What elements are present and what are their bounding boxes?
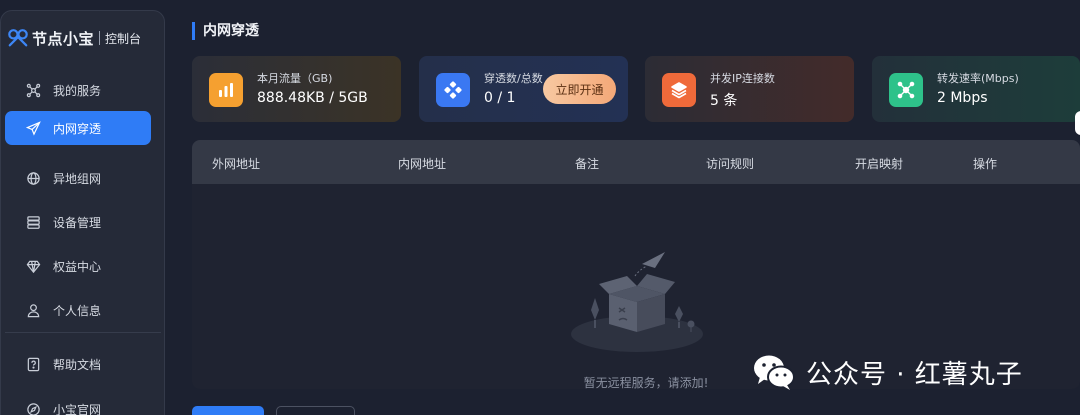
wechat-icon <box>754 355 795 390</box>
stat-label: 本月流量（GB) <box>257 72 333 85</box>
sidebar-item-device-management[interactable]: 设备管理 <box>5 205 151 239</box>
column-header-external-address: 外网地址 <box>212 157 261 171</box>
sidebar-item-label: 异地组网 <box>53 171 102 186</box>
page-title: 内网穿透 <box>192 22 259 40</box>
layers-icon <box>662 73 696 107</box>
network-hub-icon <box>889 73 923 107</box>
stat-card-tunnel-count: 穿透数/总数 0 / 1 立即开通 <box>419 56 628 122</box>
brand-logo-icon <box>8 29 28 47</box>
watermark: 公众号 · 红薯丸子 <box>752 352 1023 392</box>
column-header-internal-address: 内网地址 <box>398 157 447 171</box>
column-header-remark: 备注 <box>575 157 600 171</box>
sidebar-item-label: 帮助文档 <box>53 357 102 372</box>
sidebar-item-label: 设备管理 <box>53 215 102 230</box>
diamond-icon <box>26 260 41 273</box>
empty-box-illustration <box>571 252 703 352</box>
stat-card-concurrent-ip: 并发IP连接数 5 条 <box>645 56 854 122</box>
sidebar-item-label: 个人信息 <box>53 303 102 318</box>
sidebar-item-nat-traversal[interactable]: 内网穿透 <box>5 111 151 145</box>
send-icon <box>26 120 41 136</box>
bar-chart-icon <box>209 73 243 107</box>
stat-value: 0 / 1 <box>484 90 516 106</box>
stat-card-monthly-traffic: 本月流量（GB) 888.48KB / 5GB <box>192 56 401 122</box>
add-service-button[interactable] <box>192 406 264 415</box>
network-nodes-icon <box>26 83 41 97</box>
stat-label: 穿透数/总数 <box>484 72 543 85</box>
stat-value: 2 Mbps <box>937 90 988 106</box>
sidebar-item-benefits-center[interactable]: 权益中心 <box>5 249 151 283</box>
sidebar-divider <box>5 332 161 333</box>
sidebar-item-label: 小宝官网 <box>53 402 102 415</box>
sidebar-item-remote-network[interactable]: 异地组网 <box>5 161 151 195</box>
compass-icon <box>27 402 40 415</box>
help-doc-icon <box>27 357 40 371</box>
watermark-text: 公众号 · 红薯丸子 <box>806 359 1023 390</box>
stat-value: 5 条 <box>710 93 738 109</box>
table-header: 外网地址 内网地址 备注 访问规则 开启映射 操作 <box>192 140 1080 184</box>
column-header-actions: 操作 <box>973 157 998 171</box>
brand-name: 节点小宝 <box>32 29 95 48</box>
sidebar-item-profile[interactable]: 个人信息 <box>5 293 151 327</box>
column-header-access-rule: 访问规则 <box>706 157 755 171</box>
sidebar-item-label: 我的服务 <box>53 83 102 98</box>
sidebar-item-label: 内网穿透 <box>53 121 102 136</box>
sidebar-item-label: 权益中心 <box>53 259 102 274</box>
stat-card-forwarding-rate: 转发速率(Mbps) 2 Mbps <box>872 56 1080 122</box>
secondary-button[interactable] <box>276 406 355 415</box>
activate-now-button[interactable]: 立即开通 <box>543 74 616 104</box>
brand-subtitle: 控制台 <box>105 31 142 46</box>
user-icon <box>27 303 40 317</box>
sidebar-item-my-services[interactable]: 我的服务 <box>5 73 151 107</box>
brand-logo[interactable]: 节点小宝 控制台 <box>7 27 141 49</box>
sidebar-item-official-site[interactable]: 小宝官网 <box>5 392 151 415</box>
server-icon <box>27 215 40 229</box>
column-header-enable-mapping: 开启映射 <box>855 157 904 171</box>
brand-divider <box>99 31 101 45</box>
sidebar: 节点小宝 控制台 我的服务 内网穿透 异地组网 设备管理 权益中心 个人信息 帮… <box>0 10 165 415</box>
stat-label: 并发IP连接数 <box>710 72 775 85</box>
diamond-grid-icon <box>436 73 470 107</box>
sidebar-item-help-docs[interactable]: 帮助文档 <box>5 347 151 381</box>
globe-icon <box>27 171 40 185</box>
stat-value: 888.48KB / 5GB <box>257 90 368 106</box>
stat-label: 转发速率(Mbps) <box>937 72 1019 85</box>
side-float-handle[interactable] <box>1075 111 1080 135</box>
